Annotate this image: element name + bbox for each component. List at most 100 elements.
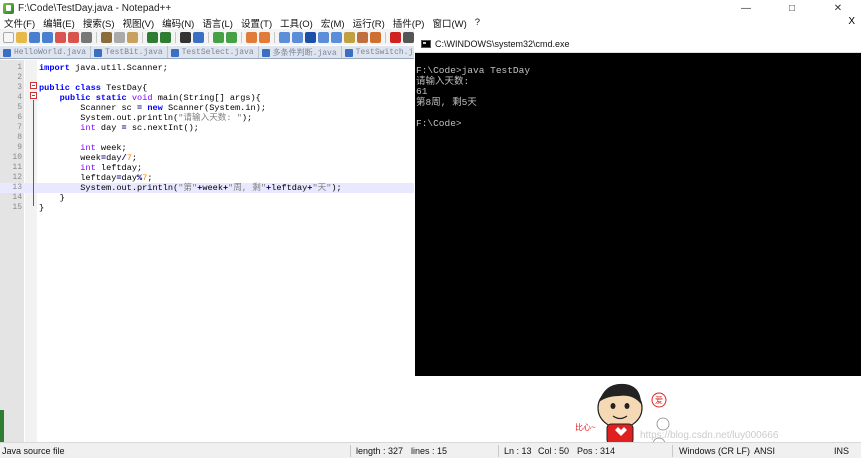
status-divider [672, 445, 673, 457]
menu-search[interactable]: 搜索(S) [79, 16, 119, 30]
save-state-icon [261, 48, 270, 57]
show-all-chars-icon[interactable] [292, 31, 303, 43]
undo-icon[interactable] [147, 31, 158, 43]
code-token: new [147, 103, 163, 113]
menu-tools[interactable]: 工具(O) [276, 16, 317, 30]
menu-help[interactable]: ? [471, 17, 484, 28]
tab-testswitch[interactable]: TestSwitch.java [341, 46, 414, 58]
print-icon[interactable] [81, 31, 92, 43]
tab-label: TestSwitch.java [355, 48, 414, 57]
code-line[interactable]: 13 System.out.println("第"+week+"周, 剩"+le… [0, 183, 414, 193]
tab-testselect[interactable]: TestSelect.java [167, 46, 259, 58]
tab-helloworld[interactable]: HelloWorld.java [0, 46, 92, 58]
status-encoding[interactable]: ANSI [754, 446, 775, 456]
menu-language[interactable]: 语言(L) [198, 16, 237, 30]
sync-horizontal-icon[interactable] [259, 31, 270, 43]
menu-run[interactable]: 运行(R) [349, 16, 389, 30]
code-line[interactable]: 6 System.out.println("请输入天数: "); [0, 113, 414, 123]
close-all-icon[interactable] [68, 31, 79, 43]
open-file-icon[interactable] [16, 31, 27, 43]
line-number: 13 [12, 183, 22, 192]
tab-multi-condition[interactable]: 多条件判断.java [258, 46, 342, 58]
status-eol[interactable]: Windows (CR LF) [679, 446, 750, 456]
document-map-icon[interactable] [331, 31, 342, 43]
menu-file[interactable]: 文件(F) [0, 16, 39, 30]
desktop-edge-accent [0, 410, 4, 442]
cmd-window[interactable]: C:\WINDOWS\system32\cmd.exe F:\Code>java… [415, 36, 861, 376]
title-bar: F:\Code\TestDay.java - Notepad++ — □ ✕ [0, 0, 861, 16]
line-number: 11 [12, 163, 22, 172]
menu-window[interactable]: 窗口(W) [428, 16, 470, 30]
redo-icon[interactable] [160, 31, 171, 43]
code-token: leftday; [95, 163, 143, 173]
close-document-button[interactable]: X [848, 16, 855, 27]
code-line[interactable]: 15} [0, 203, 414, 213]
code-line[interactable]: 14 } [0, 193, 414, 203]
indent-guide-icon[interactable] [305, 31, 316, 43]
code-line[interactable]: 8 [0, 133, 414, 143]
status-filetype: Java source file [2, 446, 65, 456]
code-editor[interactable]: 1 import java.util.Scanner; 2 3 public class… [0, 60, 414, 442]
word-wrap-icon[interactable] [279, 31, 290, 43]
code-token: week [202, 183, 223, 193]
stop-macro-icon[interactable] [403, 31, 414, 43]
save-all-icon[interactable] [42, 31, 53, 43]
function-list-icon[interactable] [344, 31, 355, 43]
menu-encoding[interactable]: 编码(N) [158, 16, 198, 30]
find-icon[interactable] [180, 31, 191, 43]
folder-workspace-icon[interactable] [357, 31, 368, 43]
paste-icon[interactable] [127, 31, 138, 43]
save-icon[interactable] [29, 31, 40, 43]
code-line[interactable]: 2 [0, 73, 414, 83]
sync-vertical-icon[interactable] [246, 31, 257, 43]
tab-label: TestSelect.java [181, 48, 254, 57]
code-token: void [131, 93, 153, 103]
tab-testbit[interactable]: TestBit.java [91, 46, 168, 58]
fold-toggle-class[interactable] [30, 82, 37, 89]
code-line[interactable]: 7 int day = sc.nextInt(); [0, 123, 414, 133]
code-token: week; [95, 143, 127, 153]
code-token: System.out.println( [39, 113, 179, 123]
code-token: "天" [312, 183, 332, 193]
menu-macro[interactable]: 宏(M) [317, 16, 349, 30]
copy-icon[interactable] [114, 31, 125, 43]
replace-icon[interactable] [193, 31, 204, 43]
zoom-in-icon[interactable] [213, 31, 224, 43]
code-text: } [39, 203, 44, 213]
menu-view[interactable]: 视图(V) [118, 16, 158, 30]
new-file-icon[interactable] [3, 31, 14, 43]
code-line[interactable]: 9 int week; [0, 143, 414, 153]
menu-edit[interactable]: 编辑(E) [39, 16, 79, 30]
code-text: int leftday; [39, 163, 142, 173]
code-line[interactable]: 5 Scanner sc = new Scanner(System.in); [0, 103, 414, 113]
menu-settings[interactable]: 设置(T) [237, 16, 276, 30]
code-line[interactable]: 1 import java.util.Scanner; [0, 63, 414, 73]
status-insert-mode[interactable]: INS [834, 446, 849, 456]
code-token: int [80, 163, 96, 173]
fold-toggle-method[interactable] [30, 92, 37, 99]
watermark: https://blog.csdn.net/luy000666 [640, 430, 779, 441]
code-line[interactable]: 11 int leftday; [0, 163, 414, 173]
code-line[interactable]: 10 week=day/7; [0, 153, 414, 163]
code-text: import java.util.Scanner; [39, 63, 168, 73]
code-text: Scanner sc = new Scanner(System.in); [39, 103, 266, 113]
code-line[interactable]: 4 public static void main(String[] args)… [0, 93, 414, 103]
menu-plugins[interactable]: 插件(P) [389, 16, 429, 30]
close-file-icon[interactable] [55, 31, 66, 43]
record-macro-icon[interactable] [390, 31, 401, 43]
cut-icon[interactable] [101, 31, 112, 43]
user-language-icon[interactable] [318, 31, 329, 43]
window-title: F:\Code\TestDay.java - Notepad++ [18, 2, 172, 14]
tab-label: 多条件判断.java [272, 49, 337, 58]
close-button[interactable]: ✕ [815, 0, 861, 16]
maximize-button[interactable]: □ [769, 0, 815, 16]
monitoring-icon[interactable] [370, 31, 381, 43]
zoom-out-icon[interactable] [226, 31, 237, 43]
toolbar [0, 29, 414, 45]
code-line[interactable]: 12 leftday=day%7; [0, 173, 414, 183]
cmd-output: F:\Code>java TestDay 请输入天数: 61 第8周, 剩5天 … [416, 65, 856, 129]
code-text: public static void main(String[] args){ [39, 93, 261, 103]
minimize-button[interactable]: — [723, 0, 769, 16]
code-token: int [80, 143, 96, 153]
code-line[interactable]: 3 public class TestDay{ [0, 83, 414, 93]
